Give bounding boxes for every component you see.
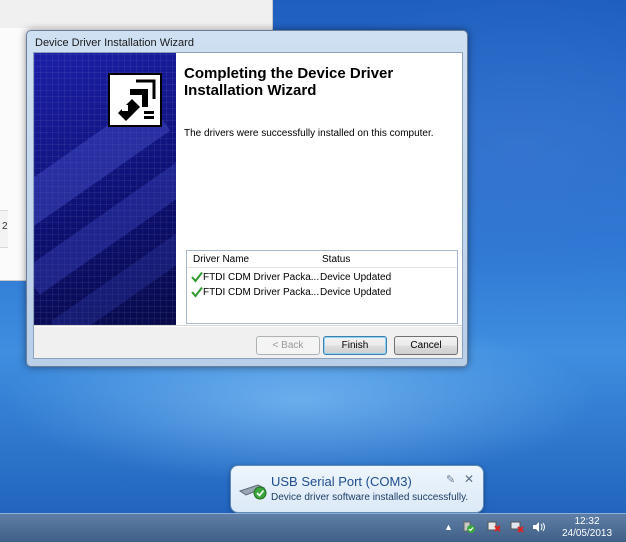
list-item[interactable]: FTDI CDM Driver Packa... Device Updated (187, 286, 457, 300)
driver-wizard-window[interactable]: Device Driver Installation Wizard Comple… (26, 30, 468, 367)
finish-button[interactable]: Finish (323, 336, 387, 355)
pin-icon[interactable]: ✎ (446, 473, 455, 486)
network-icon[interactable] (510, 521, 524, 533)
wizard-side-banner (34, 53, 176, 325)
cancel-button[interactable]: Cancel (394, 336, 458, 355)
close-icon[interactable]: ✕ (464, 472, 474, 486)
hardware-install-icon (108, 73, 162, 127)
action-center-flag-icon[interactable] (487, 521, 501, 533)
notification-title: USB Serial Port (COM3) (271, 474, 412, 489)
usb-device-tray-icon[interactable] (462, 520, 476, 534)
driver-list-header: Driver Name Status (187, 251, 457, 268)
usb-device-icon (238, 479, 268, 501)
taskbar: ▲ 12:32 24/05/2013 (0, 513, 626, 542)
back-button[interactable]: < Back (256, 336, 320, 355)
driver-name: FTDI CDM Driver Packa... (203, 287, 320, 298)
tray-expand-icon[interactable]: ▲ (444, 522, 453, 532)
background-window-text: 2 (2, 221, 8, 232)
wizard-success-message: The drivers were successfully installed … (184, 128, 434, 139)
clock-time: 12:32 (574, 516, 600, 527)
background-window-toolbar (0, 0, 272, 28)
green-check-icon (191, 286, 203, 298)
wizard-client-area: Completing the Device Driver Installatio… (33, 52, 463, 359)
list-item[interactable]: FTDI CDM Driver Packa... Device Updated (187, 271, 457, 285)
wizard-title: Device Driver Installation Wizard (35, 37, 194, 49)
column-driver-name[interactable]: Driver Name (193, 254, 249, 265)
driver-status: Device Updated (320, 272, 392, 283)
volume-icon[interactable] (532, 521, 546, 533)
wizard-heading: Completing the Device Driver Installatio… (184, 65, 394, 99)
driver-list[interactable]: Driver Name Status FTDI CDM Driver Packa… (186, 250, 458, 324)
clock-date: 24/05/2013 (561, 528, 613, 539)
green-check-icon (191, 271, 203, 283)
driver-name: FTDI CDM Driver Packa... (203, 272, 320, 283)
notification-message: Device driver software installed success… (271, 492, 469, 503)
notification-balloon[interactable]: USB Serial Port (COM3) Device driver sof… (230, 465, 484, 521)
clock[interactable]: 12:32 24/05/2013 (554, 516, 620, 540)
wizard-content: Completing the Device Driver Installatio… (176, 53, 462, 325)
driver-status: Device Updated (320, 287, 392, 298)
wizard-divider (34, 325, 462, 327)
column-status[interactable]: Status (322, 254, 350, 265)
